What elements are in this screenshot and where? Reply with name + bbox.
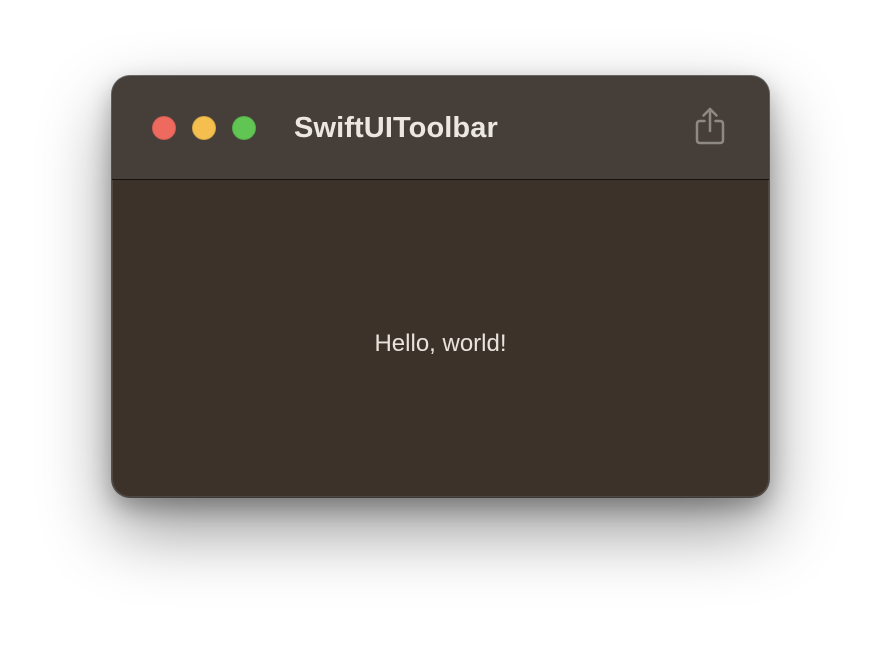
- window-toolbar: SwiftUIToolbar: [112, 76, 769, 180]
- minimize-button[interactable]: [192, 116, 216, 140]
- app-window: SwiftUIToolbar Hello, world!: [112, 76, 769, 497]
- close-button[interactable]: [152, 116, 176, 140]
- desktop-background: SwiftUIToolbar Hello, world!: [0, 0, 882, 646]
- share-icon: [695, 107, 725, 145]
- window-title: SwiftUIToolbar: [294, 112, 498, 144]
- zoom-button[interactable]: [232, 116, 256, 140]
- window-content: Hello, world!: [112, 180, 769, 497]
- hello-text: Hello, world!: [374, 329, 507, 357]
- share-button[interactable]: [688, 104, 732, 148]
